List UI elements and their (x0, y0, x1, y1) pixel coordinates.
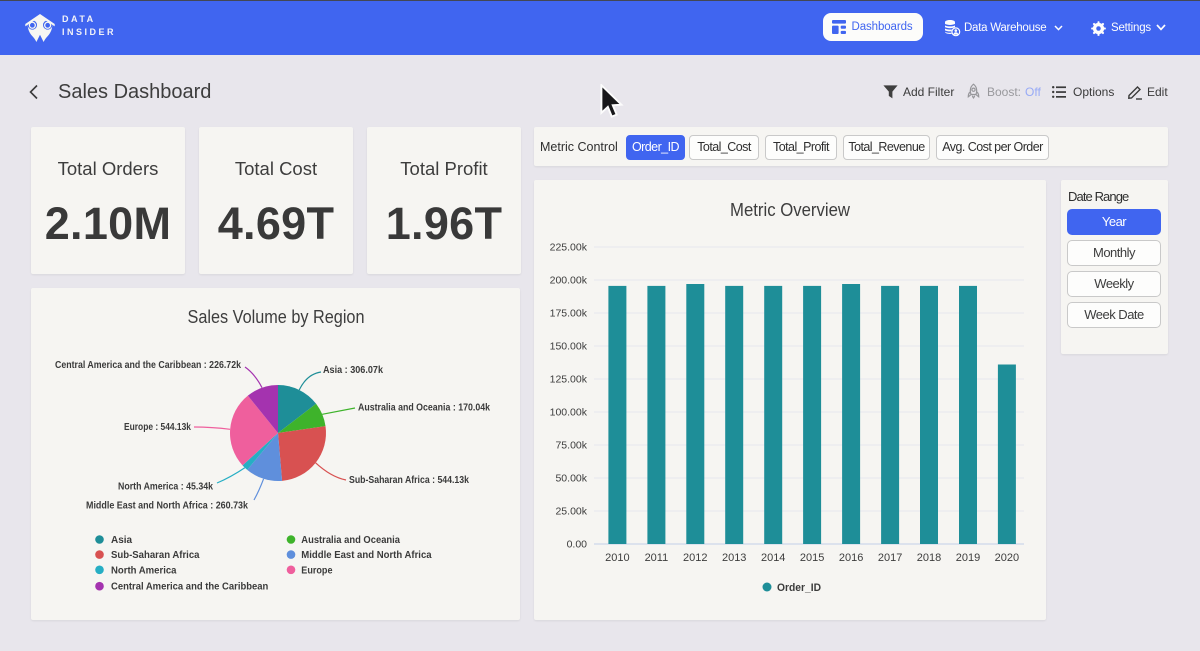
svg-text:Central America and the Caribb: Central America and the Caribbean (111, 582, 268, 593)
svg-text:Asia : 306.07k: Asia : 306.07k (323, 365, 383, 376)
svg-text:0.00: 0.00 (567, 539, 588, 551)
svg-text:2010: 2010 (605, 552, 629, 564)
svg-text:100.00k: 100.00k (550, 407, 588, 419)
svg-text:2019: 2019 (956, 552, 980, 564)
svg-text:2018: 2018 (917, 552, 941, 564)
svg-text:Middle East and North Africa :: Middle East and North Africa : 260.73k (86, 501, 248, 512)
svg-text:Sales Volume by Region: Sales Volume by Region (188, 306, 365, 327)
svg-text:200.00k: 200.00k (550, 275, 588, 287)
svg-text:Europe : 544.13k: Europe : 544.13k (124, 422, 191, 433)
svg-text:75.00k: 75.00k (555, 440, 587, 452)
svg-text:2014: 2014 (761, 552, 785, 564)
svg-text:2016: 2016 (839, 552, 863, 564)
svg-text:25.00k: 25.00k (555, 506, 587, 518)
svg-text:2011: 2011 (645, 552, 669, 564)
svg-text:North America: North America (111, 565, 177, 576)
svg-text:Central America and the Caribb: Central America and the Caribbean : 226.… (55, 360, 241, 371)
svg-text:150.00k: 150.00k (550, 341, 588, 353)
svg-text:Europe: Europe (301, 565, 333, 576)
svg-text:North America : 45.34k: North America : 45.34k (118, 482, 213, 493)
svg-text:50.00k: 50.00k (555, 473, 587, 485)
svg-text:Australia and Oceania : 170.04: Australia and Oceania : 170.04k (358, 403, 490, 414)
svg-text:Sub-Saharan Africa : 544.13k: Sub-Saharan Africa : 544.13k (349, 475, 469, 486)
svg-text:Middle East and North Africa: Middle East and North Africa (301, 550, 432, 561)
svg-text:175.00k: 175.00k (550, 308, 588, 320)
svg-text:Australia and Oceania: Australia and Oceania (301, 535, 400, 546)
svg-text:2012: 2012 (683, 552, 707, 564)
svg-text:125.00k: 125.00k (550, 374, 588, 386)
svg-text:Metric Overview: Metric Overview (730, 199, 851, 220)
svg-text:Sub-Saharan Africa: Sub-Saharan Africa (111, 550, 200, 561)
svg-text:Asia: Asia (111, 535, 133, 546)
svg-text:Order_ID: Order_ID (777, 582, 821, 594)
svg-text:225.00k: 225.00k (550, 242, 588, 254)
svg-text:2015: 2015 (800, 552, 824, 564)
svg-text:2013: 2013 (722, 552, 746, 564)
svg-text:2017: 2017 (878, 552, 902, 564)
svg-text:2020: 2020 (995, 552, 1019, 564)
